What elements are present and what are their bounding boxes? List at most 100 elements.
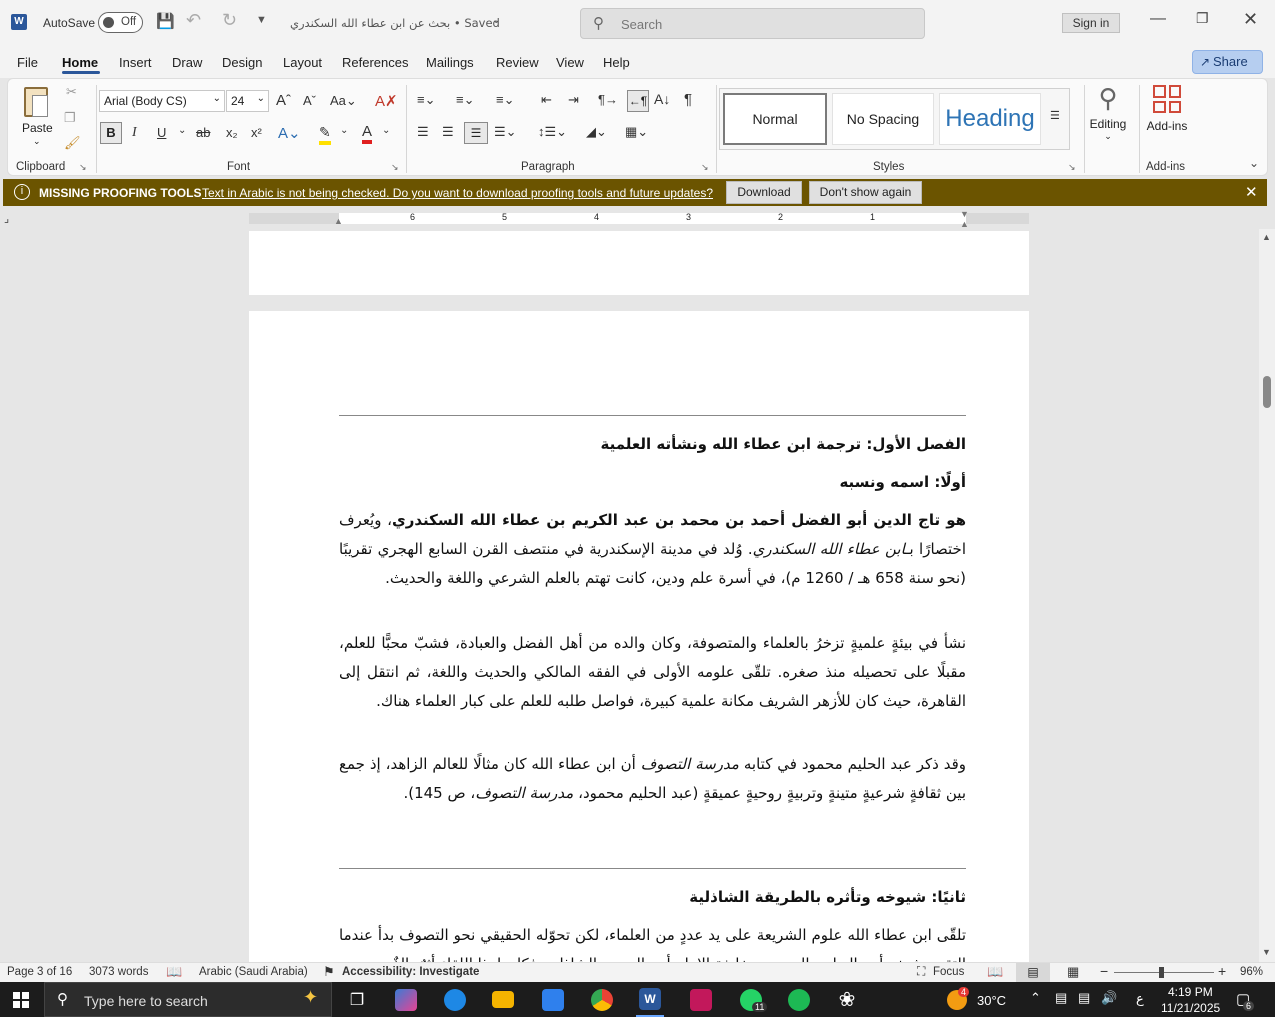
focus-icon[interactable]: ⛶ — [917, 964, 925, 979]
format-painter-icon[interactable]: 🖌 — [64, 135, 81, 151]
justify-icon[interactable]: ☰⌄ — [494, 124, 517, 140]
superscript-button[interactable]: x² — [251, 125, 262, 140]
italic-button[interactable]: I — [132, 125, 137, 141]
read-mode-icon[interactable]: 📖 — [987, 964, 1003, 980]
tab-file[interactable]: File — [17, 55, 38, 70]
font-size-combo[interactable]: 24 ⌄ — [226, 90, 269, 112]
style-normal[interactable]: Normal — [723, 93, 827, 145]
volume-icon[interactable]: 🔊 — [1101, 990, 1117, 1006]
addins-button[interactable]: Add-ins — [1144, 85, 1190, 137]
scroll-up-icon[interactable]: ▲ — [1262, 232, 1271, 242]
font-color-icon[interactable]: A — [362, 123, 373, 144]
clock-date[interactable]: 11/21/2025 — [1161, 1001, 1220, 1015]
print-layout-button[interactable]: ▤ — [1016, 963, 1050, 982]
right-indent-marker-icon[interactable]: ▼ ▲ — [960, 209, 969, 229]
tab-view[interactable]: View — [556, 55, 584, 70]
left-indent-marker-icon[interactable]: ▲ — [334, 216, 343, 226]
highlight-icon[interactable]: ✎ — [319, 124, 331, 145]
multilevel-list-icon[interactable]: ≡⌄ — [496, 92, 514, 108]
styles-launcher-icon[interactable]: ↘ — [1068, 162, 1076, 173]
web-layout-icon[interactable]: ▦ — [1067, 964, 1079, 980]
font-name-combo[interactable]: Arial (Body CS) ⌄ — [99, 90, 225, 112]
vertical-scrollbar[interactable]: ▲ ▼ — [1259, 229, 1275, 962]
shrink-font-icon[interactable]: Aˇ — [303, 93, 316, 108]
language-indicator[interactable]: Arabic (Saudi Arabia) — [199, 966, 308, 978]
edge-icon[interactable] — [442, 982, 468, 1017]
scroll-down-icon[interactable]: ▼ — [1262, 947, 1271, 957]
spotify-icon[interactable] — [786, 982, 812, 1017]
clock-time[interactable]: 4:19 PM — [1168, 985, 1213, 999]
text-effects-icon[interactable]: A⌄ — [278, 124, 301, 142]
start-button[interactable] — [0, 982, 42, 1017]
font-color-dropdown-icon[interactable]: ⌄ — [382, 125, 390, 136]
taskbar-search-box[interactable]: ⚲ Type here to search ✦ — [44, 982, 332, 1017]
chrome-icon[interactable] — [589, 982, 615, 1017]
tab-references[interactable]: References — [342, 55, 408, 70]
zoom-slider-thumb[interactable] — [1159, 967, 1164, 978]
borders-icon[interactable]: ▦⌄ — [625, 124, 648, 140]
temperature[interactable]: 30°C — [977, 993, 1006, 1008]
bullets-icon[interactable]: ≡⌄ — [417, 92, 435, 108]
whatsapp-icon[interactable]: 11 — [736, 982, 768, 1017]
wifi-icon[interactable]: ▤ — [1078, 990, 1090, 1006]
clipboard-launcher-icon[interactable]: ↘ — [79, 162, 87, 173]
copilot-icon[interactable] — [393, 982, 419, 1017]
clear-formatting-icon[interactable]: A✗ — [375, 92, 398, 110]
input-language[interactable]: ع — [1136, 992, 1144, 1007]
underline-button[interactable]: U — [157, 125, 166, 140]
paragraph-launcher-icon[interactable]: ↘ — [701, 162, 709, 173]
tab-help[interactable]: Help — [603, 55, 630, 70]
undo-icon[interactable]: ↶ — [186, 10, 201, 31]
close-window-icon[interactable]: ✕ — [1243, 9, 1258, 30]
rtl-button[interactable]: ←¶ — [627, 90, 649, 112]
weather-icon[interactable]: 4 — [944, 982, 970, 1017]
strikethrough-button[interactable]: ab — [196, 125, 210, 140]
subscript-button[interactable]: x₂ — [226, 125, 238, 140]
network-icon[interactable]: ▤ — [1055, 990, 1067, 1006]
scroll-thumb[interactable] — [1263, 376, 1271, 408]
restore-icon[interactable]: ❐ — [1196, 10, 1209, 27]
show-marks-icon[interactable]: ¶ — [684, 91, 692, 108]
word-count[interactable]: 3073 words — [89, 966, 148, 978]
bold-button[interactable]: B — [100, 122, 122, 144]
sign-in-button[interactable]: Sign in — [1062, 13, 1120, 33]
cut-icon[interactable]: ✂ — [66, 84, 77, 100]
zoom-out-icon[interactable]: − — [1100, 963, 1108, 979]
document-title[interactable]: بحث عن ابن عطاء الله السكندري • Saved — [290, 16, 500, 30]
customize-qat-icon[interactable]: ▼ — [256, 14, 267, 26]
sort-icon[interactable]: A↓ — [654, 91, 670, 107]
font-launcher-icon[interactable]: ↘ — [391, 162, 399, 173]
dont-show-again-button[interactable]: Don't show again — [809, 181, 922, 204]
numbering-icon[interactable]: ≡⌄ — [456, 92, 474, 108]
redo-icon[interactable]: ↻ — [222, 10, 237, 31]
document-canvas[interactable]: الفصل الأول: ترجمة ابن عطاء الله ونشأته … — [0, 229, 1259, 962]
line-spacing-icon[interactable]: ↕☰⌄ — [538, 124, 567, 140]
zoom-in-icon[interactable]: + — [1218, 963, 1226, 979]
tab-insert[interactable]: Insert — [119, 55, 152, 70]
grow-font-icon[interactable]: Aˆ — [276, 92, 291, 109]
tab-selector-icon[interactable]: ⌟ — [4, 212, 9, 225]
paste-button[interactable]: Paste ⌄ — [20, 85, 54, 147]
tab-draw[interactable]: Draw — [172, 55, 202, 70]
align-center-icon[interactable]: ☰ — [442, 124, 454, 140]
align-right-button[interactable]: ☰ — [464, 122, 488, 144]
zoom-level[interactable]: 96% — [1240, 966, 1263, 978]
file-explorer-icon[interactable] — [490, 982, 516, 1017]
word-taskbar-icon[interactable]: W — [636, 982, 664, 1017]
tab-review[interactable]: Review — [496, 55, 539, 70]
infobar-message-link[interactable]: Text in Arabic is not being checked. Do … — [202, 186, 713, 200]
proofing-book-icon[interactable]: 📖 — [166, 964, 182, 980]
horizontal-ruler[interactable]: ⌟ 6 5 4 3 2 1 ▲ ▼ ▲ — [0, 209, 1275, 229]
infobar-close-icon[interactable]: ✕ — [1245, 183, 1258, 201]
decrease-indent-icon[interactable]: ⇤ — [541, 92, 552, 108]
style-heading[interactable]: Heading — [939, 93, 1041, 145]
accessibility-icon[interactable]: ⚑ — [323, 964, 335, 980]
autosave-toggle[interactable]: Off — [98, 12, 143, 33]
tab-layout[interactable]: Layout — [283, 55, 322, 70]
chatgpt-icon[interactable]: ❀ — [834, 982, 860, 1017]
copy-icon[interactable]: ❐ — [64, 110, 76, 126]
tab-home[interactable]: Home — [62, 55, 98, 70]
tab-design[interactable]: Design — [222, 55, 262, 70]
show-hidden-icons[interactable]: ⌃ — [1030, 990, 1041, 1006]
increase-indent-icon[interactable]: ⇥ — [568, 92, 579, 108]
